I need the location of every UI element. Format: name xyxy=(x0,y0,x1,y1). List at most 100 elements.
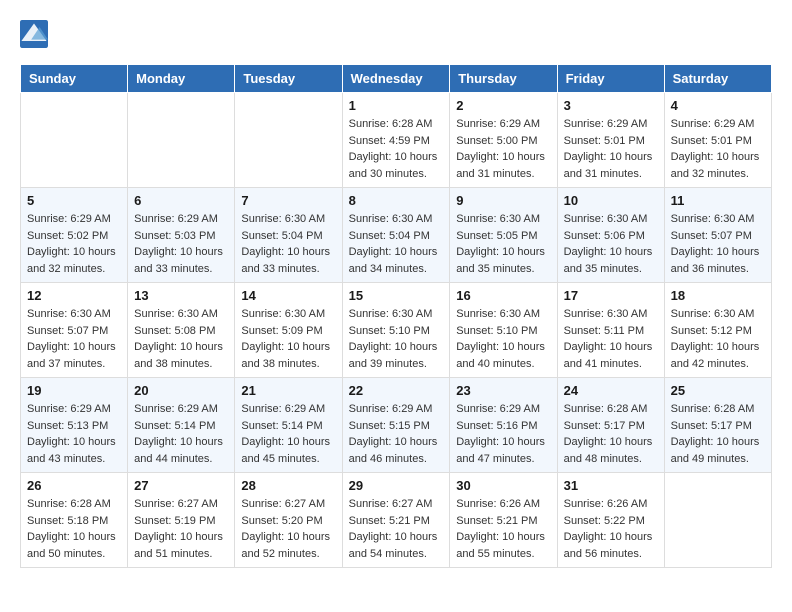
calendar-cell: 15Sunrise: 6:30 AMSunset: 5:10 PMDayligh… xyxy=(342,283,450,378)
day-number: 20 xyxy=(134,383,228,398)
day-info: Sunrise: 6:30 AMSunset: 5:12 PMDaylight:… xyxy=(671,306,765,372)
calendar-cell xyxy=(235,93,342,188)
calendar-cell xyxy=(128,93,235,188)
calendar-week-1: 1 Sunrise: 6:28 AMSunset: 4:59 PMDaylight… xyxy=(21,93,772,188)
calendar-header-row: SundayMondayTuesdayWednesdayThursdayFrid… xyxy=(21,65,772,93)
calendar-cell: 24 Sunrise: 6:28 AMSunset: 5:17 PMDayligh… xyxy=(557,378,664,473)
calendar-cell: 5 Sunrise: 6:29 AMSunset: 5:02 PMDaylight… xyxy=(21,188,128,283)
page-header xyxy=(20,20,772,48)
calendar-cell: 30 Sunrise: 6:26 AMSunset: 5:21 PMDayligh… xyxy=(450,473,557,568)
calendar-cell: 12 Sunrise: 6:30 AMSunset: 5:07 PMDayligh… xyxy=(21,283,128,378)
day-number: 25 xyxy=(671,383,765,398)
calendar-cell: 7 Sunrise: 6:30 AMSunset: 5:04 PMDaylight… xyxy=(235,188,342,283)
day-header-friday: Friday xyxy=(557,65,664,93)
day-number: 27 xyxy=(134,478,228,493)
day-header-wednesday: Wednesday xyxy=(342,65,450,93)
calendar-cell: 26 Sunrise: 6:28 AMSunset: 5:18 PMDayligh… xyxy=(21,473,128,568)
calendar-cell: 17 Sunrise: 6:30 AMSunset: 5:11 PMDayligh… xyxy=(557,283,664,378)
day-info: Sunrise: 6:30 AMSunset: 5:07 PMDaylight:… xyxy=(27,306,121,372)
calendar-cell: 28 Sunrise: 6:27 AMSunset: 5:20 PMDayligh… xyxy=(235,473,342,568)
day-info: Sunrise: 6:27 AMSunset: 5:21 PMDaylight:… xyxy=(349,496,444,562)
calendar-cell: 9 Sunrise: 6:30 AMSunset: 5:05 PMDaylight… xyxy=(450,188,557,283)
day-info: Sunrise: 6:30 AMSunset: 5:08 PMDaylight:… xyxy=(134,306,228,372)
day-number: 16 xyxy=(456,288,550,303)
day-info: Sunrise: 6:29 AMSunset: 5:14 PMDaylight:… xyxy=(134,401,228,467)
day-info: Sunrise: 6:30 AMSunset: 5:05 PMDaylight:… xyxy=(456,211,550,277)
calendar-cell: 27 Sunrise: 6:27 AMSunset: 5:19 PMDayligh… xyxy=(128,473,235,568)
day-info: Sunrise: 6:30 AMSunset: 5:10 PMDaylight:… xyxy=(349,306,444,372)
calendar-cell: 31Sunrise: 6:26 AMSunset: 5:22 PMDayligh… xyxy=(557,473,664,568)
calendar-cell: 19 Sunrise: 6:29 AMSunset: 5:13 PMDayligh… xyxy=(21,378,128,473)
day-header-sunday: Sunday xyxy=(21,65,128,93)
day-header-saturday: Saturday xyxy=(664,65,771,93)
day-info: Sunrise: 6:30 AMSunset: 5:04 PMDaylight:… xyxy=(349,211,444,277)
day-number: 1 xyxy=(349,98,444,113)
day-number: 29 xyxy=(349,478,444,493)
day-info: Sunrise: 6:30 AMSunset: 5:11 PMDaylight:… xyxy=(564,306,658,372)
day-number: 19 xyxy=(27,383,121,398)
calendar-cell: 1 Sunrise: 6:28 AMSunset: 4:59 PMDaylight… xyxy=(342,93,450,188)
calendar-cell: 29 Sunrise: 6:27 AMSunset: 5:21 PMDayligh… xyxy=(342,473,450,568)
calendar-week-2: 5 Sunrise: 6:29 AMSunset: 5:02 PMDaylight… xyxy=(21,188,772,283)
day-info: Sunrise: 6:30 AMSunset: 5:04 PMDaylight:… xyxy=(241,211,335,277)
day-header-thursday: Thursday xyxy=(450,65,557,93)
calendar-cell: 4 Sunrise: 6:29 AMSunset: 5:01 PMDaylight… xyxy=(664,93,771,188)
calendar-cell: 3 Sunrise: 6:29 AMSunset: 5:01 PMDaylight… xyxy=(557,93,664,188)
day-info: Sunrise: 6:30 AMSunset: 5:09 PMDaylight:… xyxy=(241,306,335,372)
day-number: 30 xyxy=(456,478,550,493)
calendar-cell: 25Sunrise: 6:28 AMSunset: 5:17 PMDayligh… xyxy=(664,378,771,473)
day-number: 9 xyxy=(456,193,550,208)
day-number: 12 xyxy=(27,288,121,303)
calendar-cell: 13 Sunrise: 6:30 AMSunset: 5:08 PMDayligh… xyxy=(128,283,235,378)
calendar-cell xyxy=(664,473,771,568)
day-number: 6 xyxy=(134,193,228,208)
day-info: Sunrise: 6:29 AMSunset: 5:14 PMDaylight:… xyxy=(241,401,335,467)
day-info: Sunrise: 6:30 AMSunset: 5:06 PMDaylight:… xyxy=(564,211,658,277)
day-info: Sunrise: 6:29 AMSunset: 5:13 PMDaylight:… xyxy=(27,401,121,467)
day-header-tuesday: Tuesday xyxy=(235,65,342,93)
day-number: 3 xyxy=(564,98,658,113)
calendar-cell: 21 Sunrise: 6:29 AMSunset: 5:14 PMDayligh… xyxy=(235,378,342,473)
day-info: Sunrise: 6:28 AMSunset: 5:17 PMDaylight:… xyxy=(564,401,658,467)
logo xyxy=(20,20,52,48)
day-header-monday: Monday xyxy=(128,65,235,93)
calendar-cell xyxy=(21,93,128,188)
day-info: Sunrise: 6:28 AMSunset: 4:59 PMDaylight:… xyxy=(349,116,444,182)
day-info: Sunrise: 6:26 AMSunset: 5:21 PMDaylight:… xyxy=(456,496,550,562)
day-number: 8 xyxy=(349,193,444,208)
day-number: 31 xyxy=(564,478,658,493)
day-number: 28 xyxy=(241,478,335,493)
day-number: 13 xyxy=(134,288,228,303)
day-info: Sunrise: 6:30 AMSunset: 5:07 PMDaylight:… xyxy=(671,211,765,277)
day-number: 23 xyxy=(456,383,550,398)
calendar-cell: 23 Sunrise: 6:29 AMSunset: 5:16 PMDayligh… xyxy=(450,378,557,473)
calendar-cell: 20 Sunrise: 6:29 AMSunset: 5:14 PMDayligh… xyxy=(128,378,235,473)
day-number: 11 xyxy=(671,193,765,208)
calendar-table: SundayMondayTuesdayWednesdayThursdayFrid… xyxy=(20,64,772,568)
calendar-cell: 2Sunrise: 6:29 AMSunset: 5:00 PMDaylight… xyxy=(450,93,557,188)
day-info: Sunrise: 6:29 AMSunset: 5:01 PMDaylight:… xyxy=(564,116,658,182)
day-number: 17 xyxy=(564,288,658,303)
day-number: 7 xyxy=(241,193,335,208)
calendar-week-4: 19 Sunrise: 6:29 AMSunset: 5:13 PMDayligh… xyxy=(21,378,772,473)
day-number: 24 xyxy=(564,383,658,398)
day-info: Sunrise: 6:28 AMSunset: 5:18 PMDaylight:… xyxy=(27,496,121,562)
calendar-week-5: 26 Sunrise: 6:28 AMSunset: 5:18 PMDayligh… xyxy=(21,473,772,568)
day-info: Sunrise: 6:29 AMSunset: 5:15 PMDaylight:… xyxy=(349,401,444,467)
calendar-cell: 11 Sunrise: 6:30 AMSunset: 5:07 PMDayligh… xyxy=(664,188,771,283)
day-info: Sunrise: 6:29 AMSunset: 5:02 PMDaylight:… xyxy=(27,211,121,277)
day-number: 4 xyxy=(671,98,765,113)
calendar-week-3: 12 Sunrise: 6:30 AMSunset: 5:07 PMDayligh… xyxy=(21,283,772,378)
day-info: Sunrise: 6:29 AMSunset: 5:01 PMDaylight:… xyxy=(671,116,765,182)
calendar-cell: 8 Sunrise: 6:30 AMSunset: 5:04 PMDaylight… xyxy=(342,188,450,283)
day-number: 5 xyxy=(27,193,121,208)
day-number: 26 xyxy=(27,478,121,493)
day-info: Sunrise: 6:27 AMSunset: 5:20 PMDaylight:… xyxy=(241,496,335,562)
day-info: Sunrise: 6:30 AMSunset: 5:10 PMDaylight:… xyxy=(456,306,550,372)
day-number: 14 xyxy=(241,288,335,303)
day-info: Sunrise: 6:27 AMSunset: 5:19 PMDaylight:… xyxy=(134,496,228,562)
day-info: Sunrise: 6:29 AMSunset: 5:16 PMDaylight:… xyxy=(456,401,550,467)
day-number: 21 xyxy=(241,383,335,398)
day-info: Sunrise: 6:29 AMSunset: 5:00 PMDaylight:… xyxy=(456,116,550,182)
day-number: 18 xyxy=(671,288,765,303)
